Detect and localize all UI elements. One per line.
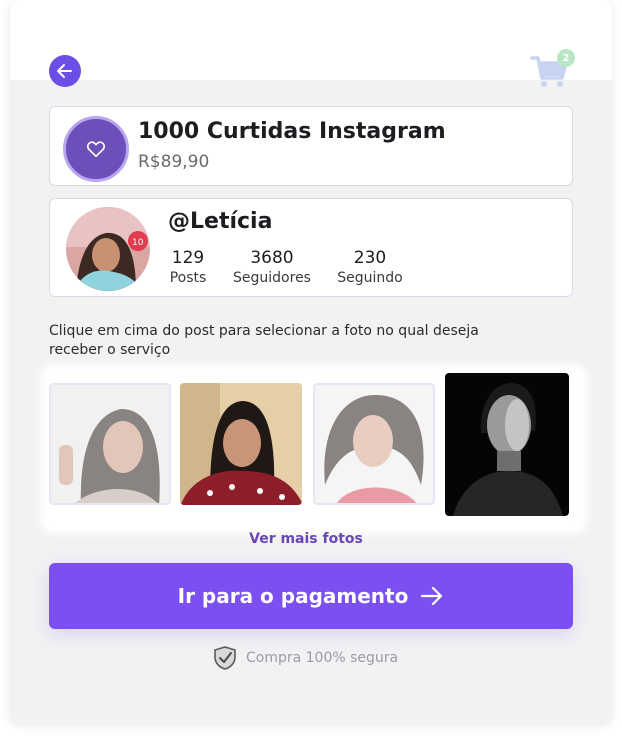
product-price: R$89,90 xyxy=(138,152,210,172)
stat-followers-value: 3680 xyxy=(250,248,294,268)
arrow-right-icon xyxy=(420,585,444,607)
photo-option-3[interactable] xyxy=(313,383,435,505)
stat-posts-label: Posts xyxy=(169,270,207,286)
photo-option-2[interactable] xyxy=(180,383,302,505)
stat-posts-value: 129 xyxy=(171,248,205,268)
stat-following-value: 230 xyxy=(353,248,387,268)
secure-purchase-label: Compra 100% segura xyxy=(246,650,399,666)
stat-posts: 129 Posts xyxy=(168,248,208,286)
arrow-left-icon xyxy=(57,64,72,78)
secure-purchase-note: Compra 100% segura xyxy=(212,645,398,671)
shield-check-icon xyxy=(214,646,236,670)
profile-username: @Letícia xyxy=(168,209,273,234)
stat-followers-label: Seguidores xyxy=(233,270,311,286)
go-to-payment-label: Ir para o pagamento xyxy=(177,584,409,608)
see-more-photos-link[interactable]: Ver mais fotos xyxy=(49,531,563,547)
stat-following-label: Seguindo xyxy=(337,270,403,286)
photo-option-1[interactable] xyxy=(49,383,171,505)
product-card: 1000 Curtidas Instagram R$89,90 xyxy=(49,106,573,186)
header-band xyxy=(10,0,612,80)
stat-followers: 3680 Seguidores xyxy=(230,248,314,286)
back-button[interactable] xyxy=(49,55,81,87)
product-avatar xyxy=(63,116,129,182)
cart-count-badge: 2 xyxy=(557,49,575,67)
svg-text:10: 10 xyxy=(132,238,144,248)
profile-avatar: 10 xyxy=(66,207,150,291)
photo-instructions: Clique em cima do post para selecionar a… xyxy=(49,323,479,358)
product-title: 1000 Curtidas Instagram xyxy=(138,119,446,144)
stat-following: 230 Seguindo xyxy=(334,248,406,286)
photo-option-4[interactable] xyxy=(445,373,569,516)
go-to-payment-button[interactable]: Ir para o pagamento xyxy=(49,563,573,629)
profile-card: 10 @Letícia 129 Posts 3680 Seguidores 23… xyxy=(49,198,573,297)
heart-icon xyxy=(86,141,106,158)
